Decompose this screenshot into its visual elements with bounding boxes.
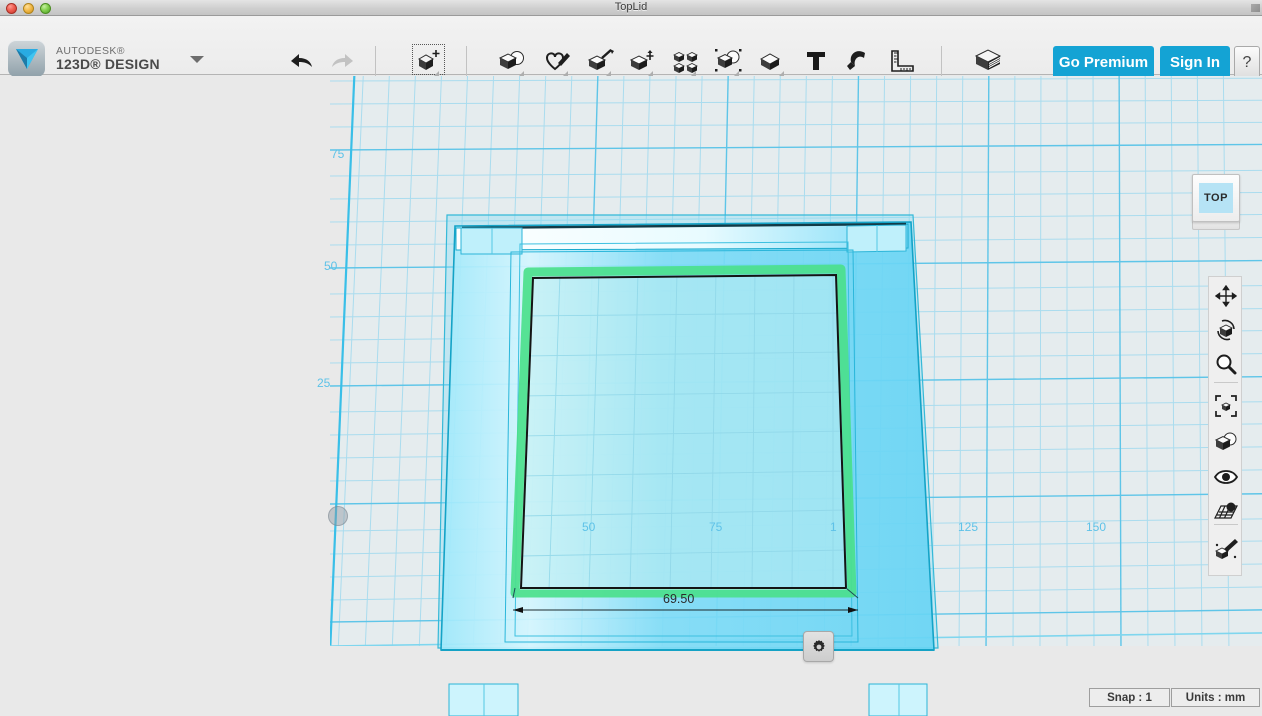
snap-status[interactable]: Snap : 1 [1089,688,1170,707]
grouping-button[interactable] [714,46,744,76]
text-button[interactable] [803,46,829,76]
model-geometry [437,214,939,716]
units-status[interactable]: Units : mm [1171,688,1260,707]
brand-line-2: 123D® DESIGN [56,55,160,72]
y-axis-tick: 75 [331,147,345,161]
y-axis-tick: 50 [324,259,338,273]
construct-icon [587,49,614,70]
primitives-icon [498,51,524,69]
pattern-button[interactable] [671,46,701,76]
combine-cube-icon [759,53,781,70]
sketch-settings-gear[interactable] [803,631,834,662]
magnet-icon [847,51,865,70]
undo-arrow-icon [291,54,312,67]
x-axis-tick: 1 [830,520,837,534]
y-axis-tick: 25 [317,376,331,390]
ruler-icon [891,50,914,72]
material-button[interactable] [972,46,1004,76]
dimension-value[interactable]: 69.50 [663,592,694,606]
pattern-grid-icon [673,52,698,73]
sketch-pencil-icon [545,52,570,71]
navigation-toolbar [1208,276,1242,576]
view-cube-label: TOP [1199,183,1233,213]
modify-cube-icon [629,50,654,70]
toolbar-separator [375,46,376,76]
visibility-tool[interactable] [1209,460,1243,494]
fit-brackets-icon [1215,395,1237,417]
toolbar-divider [1214,524,1238,525]
transform-cube-icon [417,49,440,70]
toolbar-separator [941,46,942,76]
window-resize-handle[interactable] [1251,4,1260,12]
sign-in-button[interactable]: Sign In [1160,46,1230,79]
brand-logo-group: AUTODESK® 123D® DESIGN [8,40,160,77]
sketch-button[interactable] [543,46,573,76]
construct-button[interactable] [586,46,616,76]
brand-text: AUTODESK® 123D® DESIGN [56,44,160,72]
x-axis-tick: 50 [582,520,596,534]
shaded-tool[interactable] [1209,425,1243,459]
orbit-cube-icon [1217,319,1235,341]
viewport-scene [330,76,1262,716]
text-t-icon [807,52,825,70]
layers-stack-icon [974,49,1002,70]
transform-button[interactable] [412,44,445,75]
modify-button[interactable] [628,46,658,76]
redo-button[interactable] [329,46,357,76]
pan-tool[interactable] [1209,279,1243,313]
go-premium-button[interactable]: Go Premium [1053,46,1154,79]
brand-line-1: AUTODESK® [56,44,125,57]
undo-button[interactable] [287,46,315,76]
eye-icon [1214,470,1238,484]
grid-snap-icon [1214,502,1238,519]
main-toolbar: AUTODESK® 123D® DESIGN Go Premium Sign I… [0,16,1262,79]
autodesk-123d-logo-icon [8,40,45,77]
x-axis-tick: 125 [958,520,979,534]
fit-tool[interactable] [1209,389,1243,423]
help-button[interactable]: ? [1234,46,1260,79]
toolbar-divider [1214,382,1238,383]
window-title: TopLid [614,1,648,13]
x-axis-tick: 150 [1086,520,1107,534]
shaded-cube-icon [1214,432,1237,450]
x-axis-tick: 75 [709,520,723,534]
measure-button[interactable] [888,46,916,76]
paintbrush-icon [1214,539,1238,559]
title-bar: TopLid [0,0,1262,16]
toolbar-separator [466,46,467,76]
app-window: TopLid AUTODESK® 123D® DESIGN Go Premium… [0,0,1262,716]
grouping-icon [715,49,742,72]
snap-button[interactable] [845,46,873,76]
orbit-tool[interactable] [1209,313,1243,347]
pan-arrows-icon [1215,285,1237,307]
origin-handle[interactable] [328,506,348,526]
gear-icon [812,639,825,652]
magnifier-icon [1216,354,1237,375]
viewport[interactable]: 75 50 25 50 75 1 125 150 175 69.50 TOP [0,76,1262,716]
redo-arrow-icon [332,54,353,67]
material-tool[interactable] [1209,532,1243,566]
zoom-tool[interactable] [1209,347,1243,381]
view-cube[interactable]: TOP [1192,174,1240,222]
grid-tool[interactable] [1209,494,1243,528]
chevron-down-icon[interactable] [190,56,204,63]
